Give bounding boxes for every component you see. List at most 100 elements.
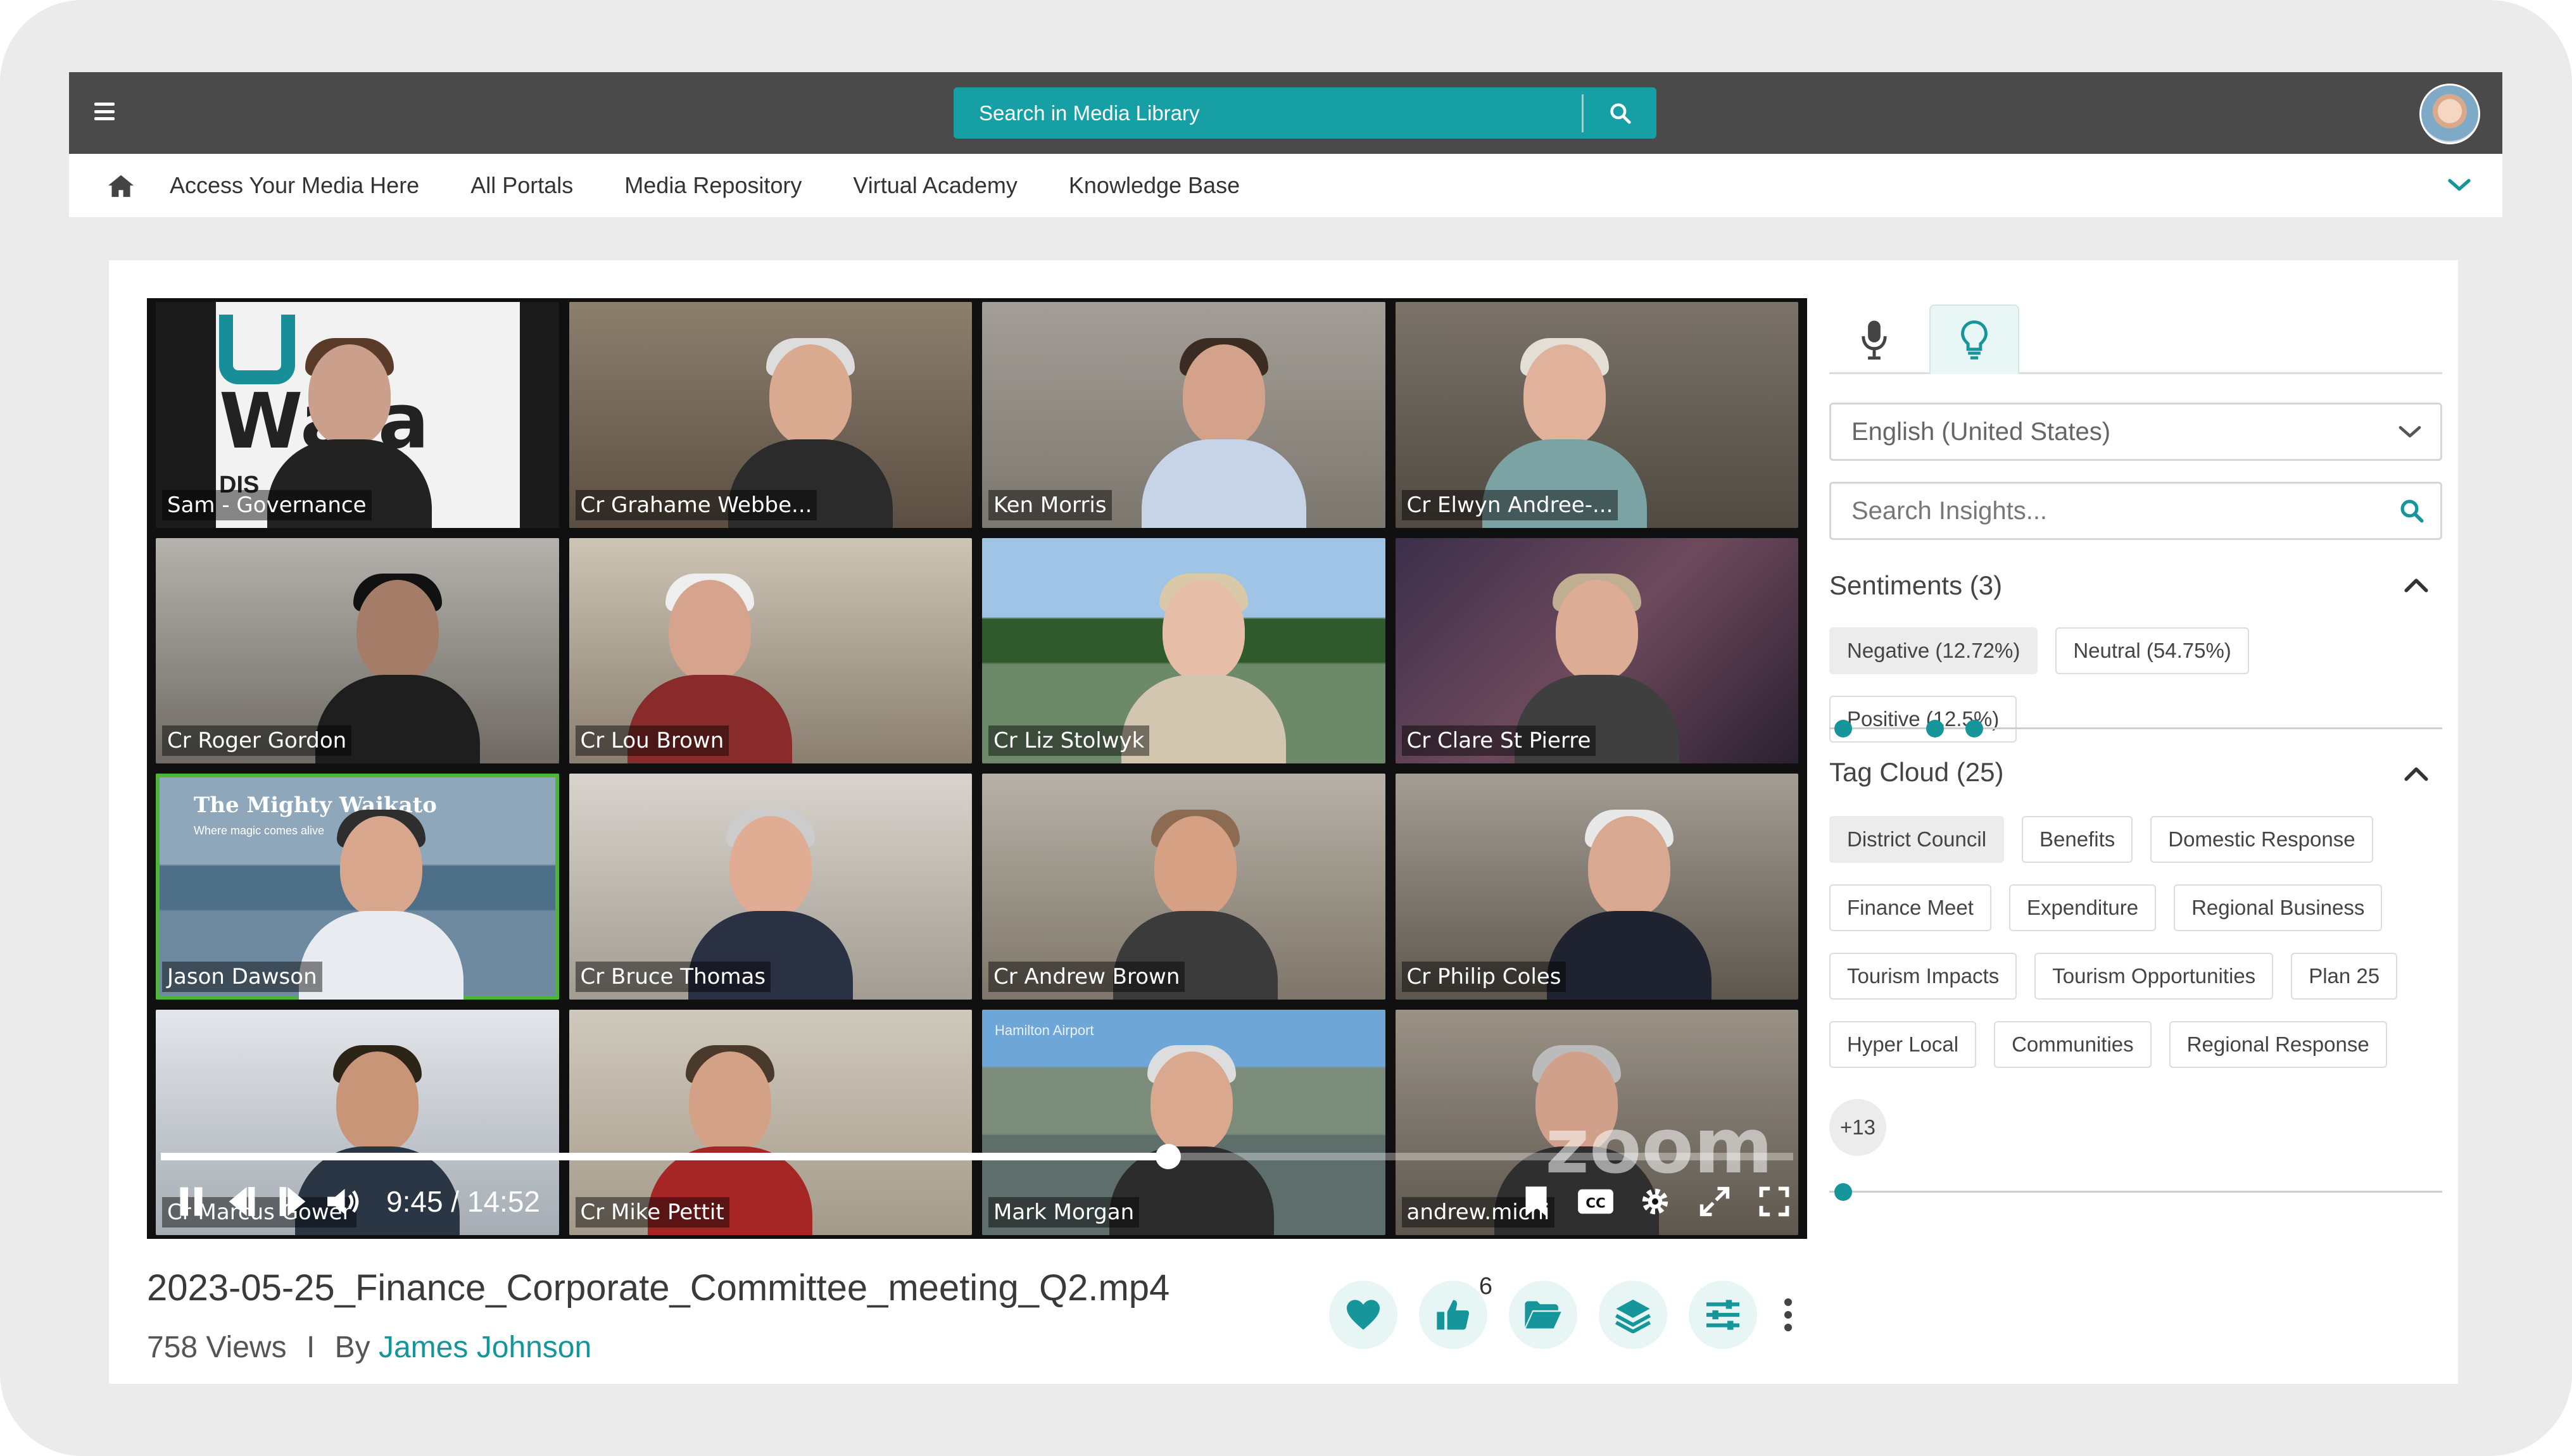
tag-chip[interactable]: Benefits bbox=[2022, 816, 2133, 863]
folder-icon bbox=[1525, 1301, 1561, 1329]
timeline-marker[interactable] bbox=[1834, 1183, 1853, 1201]
nav-item-knowledge-base[interactable]: Knowledge Base bbox=[1069, 172, 1240, 199]
device-frame: Access Your Media Here All Portals Media… bbox=[0, 0, 2572, 1456]
participant-tile: Cr Lou Brown bbox=[569, 537, 972, 763]
insights-panel: English (United States) Sentiments (3) N… bbox=[1829, 304, 2442, 1317]
tag-chip[interactable]: Tourism Opportunities bbox=[2034, 953, 2274, 1000]
hamburger-icon[interactable] bbox=[94, 103, 115, 120]
media-meta: 758 Views I By James Johnson bbox=[147, 1330, 591, 1365]
layers-icon bbox=[1615, 1299, 1651, 1333]
fullscreen-icon[interactable] bbox=[1755, 1183, 1793, 1221]
lightbulb-icon bbox=[1961, 320, 1988, 360]
sentiment-chip-positive[interactable]: Positive (12.5%) bbox=[1829, 696, 2017, 743]
view-count: 758 Views bbox=[147, 1331, 287, 1364]
participant-name: Cr Bruce Thomas bbox=[575, 961, 771, 992]
volume-icon[interactable] bbox=[324, 1183, 362, 1221]
insights-search-input[interactable] bbox=[1831, 484, 2383, 538]
folder-button[interactable] bbox=[1509, 1281, 1577, 1349]
nav-items: Access Your Media Here All Portals Media… bbox=[170, 172, 1291, 199]
participant-name: Jason Dawson bbox=[162, 961, 322, 992]
skip-forward-icon[interactable] bbox=[274, 1183, 312, 1221]
search-icon bbox=[1610, 103, 1631, 124]
tag-chip[interactable]: Tourism Impacts bbox=[1829, 953, 2017, 1000]
participant-tile: Wa a DIS IL Sam - Governance bbox=[156, 302, 559, 528]
participant-tile: Cr Philip Coles bbox=[1395, 774, 1798, 1000]
sentiment-chip-negative[interactable]: Negative (12.72%) bbox=[1829, 627, 2038, 674]
language-select[interactable]: English (United States) bbox=[1829, 403, 2442, 461]
tag-chips: District Council Benefits Domestic Respo… bbox=[1829, 816, 2442, 1089]
participant-tile: Ken Morris bbox=[982, 302, 1385, 528]
participant-tile: Cr Clare St Pierre bbox=[1395, 537, 1798, 763]
insights-search bbox=[1829, 482, 2442, 540]
closed-captions-icon[interactable]: CC bbox=[1577, 1183, 1615, 1221]
participant-tile-active: The Mighty Waikato Where magic comes ali… bbox=[156, 774, 559, 1000]
participant-tile: Cr Grahame Webbe... bbox=[569, 302, 972, 528]
playlist-button[interactable] bbox=[1599, 1281, 1667, 1349]
tag-chip[interactable]: Regional Business bbox=[2174, 884, 2383, 931]
more-tags-button[interactable]: +13 bbox=[1829, 1099, 1886, 1156]
video-player[interactable]: Wa a DIS IL Sam - Governance Cr Grahame … bbox=[147, 298, 1807, 1239]
insights-search-button[interactable] bbox=[2383, 498, 2440, 524]
home-icon[interactable] bbox=[107, 173, 135, 198]
tag-timeline[interactable] bbox=[1829, 1183, 2442, 1201]
favorite-button[interactable] bbox=[1329, 1281, 1397, 1349]
nav-item-all-portals[interactable]: All Portals bbox=[470, 172, 573, 199]
nav-item-virtual-academy[interactable]: Virtual Academy bbox=[853, 172, 1017, 199]
chevron-up-icon[interactable] bbox=[2403, 764, 2430, 786]
microphone-icon bbox=[1862, 320, 1887, 360]
media-library-search bbox=[954, 87, 1656, 139]
tag-chip[interactable]: Domestic Response bbox=[2150, 816, 2373, 863]
more-vertical-icon[interactable] bbox=[1779, 1290, 1798, 1340]
nav-bar: Access Your Media Here All Portals Media… bbox=[69, 154, 2502, 217]
expand-icon[interactable] bbox=[1696, 1183, 1734, 1221]
chevron-down-icon bbox=[2399, 425, 2421, 437]
participant-tile: Cr Elwyn Andree-... bbox=[1395, 302, 1798, 528]
media-search-input[interactable] bbox=[954, 87, 1582, 139]
tag-chip[interactable]: Regional Response bbox=[2169, 1021, 2387, 1068]
meta-separator: I bbox=[306, 1331, 315, 1364]
pause-icon[interactable] bbox=[172, 1183, 210, 1221]
bookmark-icon[interactable] bbox=[1517, 1183, 1555, 1221]
tag-chip[interactable]: Plan 25 bbox=[2291, 953, 2398, 1000]
tab-transcript[interactable] bbox=[1829, 304, 1919, 374]
like-button[interactable]: 6 bbox=[1419, 1273, 1492, 1349]
author-link[interactable]: James Johnson bbox=[379, 1331, 591, 1364]
seek-bar[interactable] bbox=[161, 1144, 1793, 1169]
tag-chip[interactable]: Communities bbox=[1994, 1021, 2152, 1068]
thumbs-up-icon bbox=[1437, 1300, 1470, 1330]
tag-chip[interactable]: District Council bbox=[1829, 816, 2005, 863]
search-icon bbox=[2400, 499, 2424, 523]
tag-chip[interactable]: Finance Meet bbox=[1829, 884, 1991, 931]
sliders-icon bbox=[1706, 1300, 1739, 1330]
by-label: By bbox=[334, 1331, 370, 1364]
participant-name: Cr Clare St Pierre bbox=[1401, 725, 1596, 756]
settings-gear-icon[interactable] bbox=[1636, 1183, 1674, 1221]
participant-name: Cr Andrew Brown bbox=[988, 961, 1185, 992]
tag-chip[interactable]: Hyper Local bbox=[1829, 1021, 1977, 1068]
sentiment-chip-neutral[interactable]: Neutral (54.75%) bbox=[2055, 627, 2249, 674]
user-avatar[interactable] bbox=[2419, 84, 2480, 144]
sentiment-timeline[interactable] bbox=[1829, 720, 2442, 737]
tab-insights[interactable] bbox=[1929, 304, 2019, 374]
heart-icon bbox=[1347, 1300, 1380, 1330]
participant-name: Cr Lou Brown bbox=[575, 725, 729, 756]
sentiment-chips: Negative (12.72%) Neutral (54.75%) Posit… bbox=[1829, 627, 2442, 764]
search-button[interactable] bbox=[1584, 87, 1656, 139]
seek-bar-thumb[interactable] bbox=[1155, 1144, 1181, 1169]
participant-tile: Cr Roger Gordon bbox=[156, 537, 559, 763]
chevron-up-icon[interactable] bbox=[2403, 575, 2430, 598]
chevron-down-icon[interactable] bbox=[2447, 175, 2472, 198]
skip-back-icon[interactable] bbox=[223, 1183, 261, 1221]
nav-item-media-repository[interactable]: Media Repository bbox=[624, 172, 802, 199]
tag-chip[interactable]: Expenditure bbox=[2008, 884, 2157, 931]
player-controls: 9:45 / 14:52 CC bbox=[172, 1178, 1793, 1225]
nav-item-access-your-media[interactable]: Access Your Media Here bbox=[170, 172, 419, 199]
sentiments-title: Sentiments (3) bbox=[1829, 570, 2003, 600]
svg-text:CC: CC bbox=[1585, 1196, 1605, 1212]
participant-name: Ken Morris bbox=[988, 489, 1112, 520]
adjust-button[interactable] bbox=[1689, 1281, 1757, 1349]
tag-cloud-title: Tag Cloud (25) bbox=[1829, 757, 2004, 787]
time-display: 9:45 / 14:52 bbox=[386, 1185, 540, 1218]
participant-tile: Cr Liz Stolwyk bbox=[982, 537, 1385, 763]
seek-bar-fill bbox=[161, 1153, 1168, 1160]
